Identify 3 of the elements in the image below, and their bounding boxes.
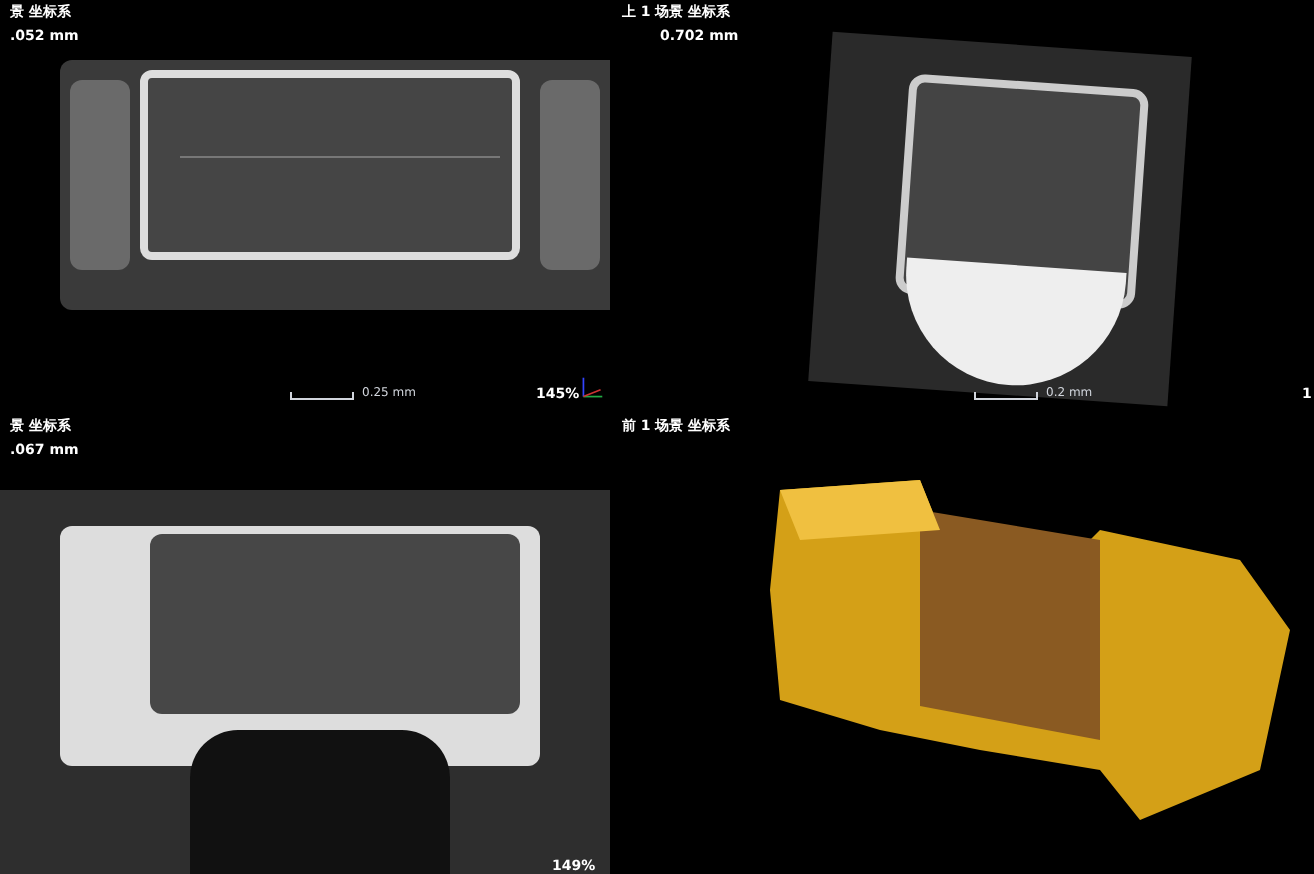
- scale-bar: [974, 392, 1038, 400]
- axis-icon: [580, 376, 604, 400]
- scale-bar: [290, 392, 354, 400]
